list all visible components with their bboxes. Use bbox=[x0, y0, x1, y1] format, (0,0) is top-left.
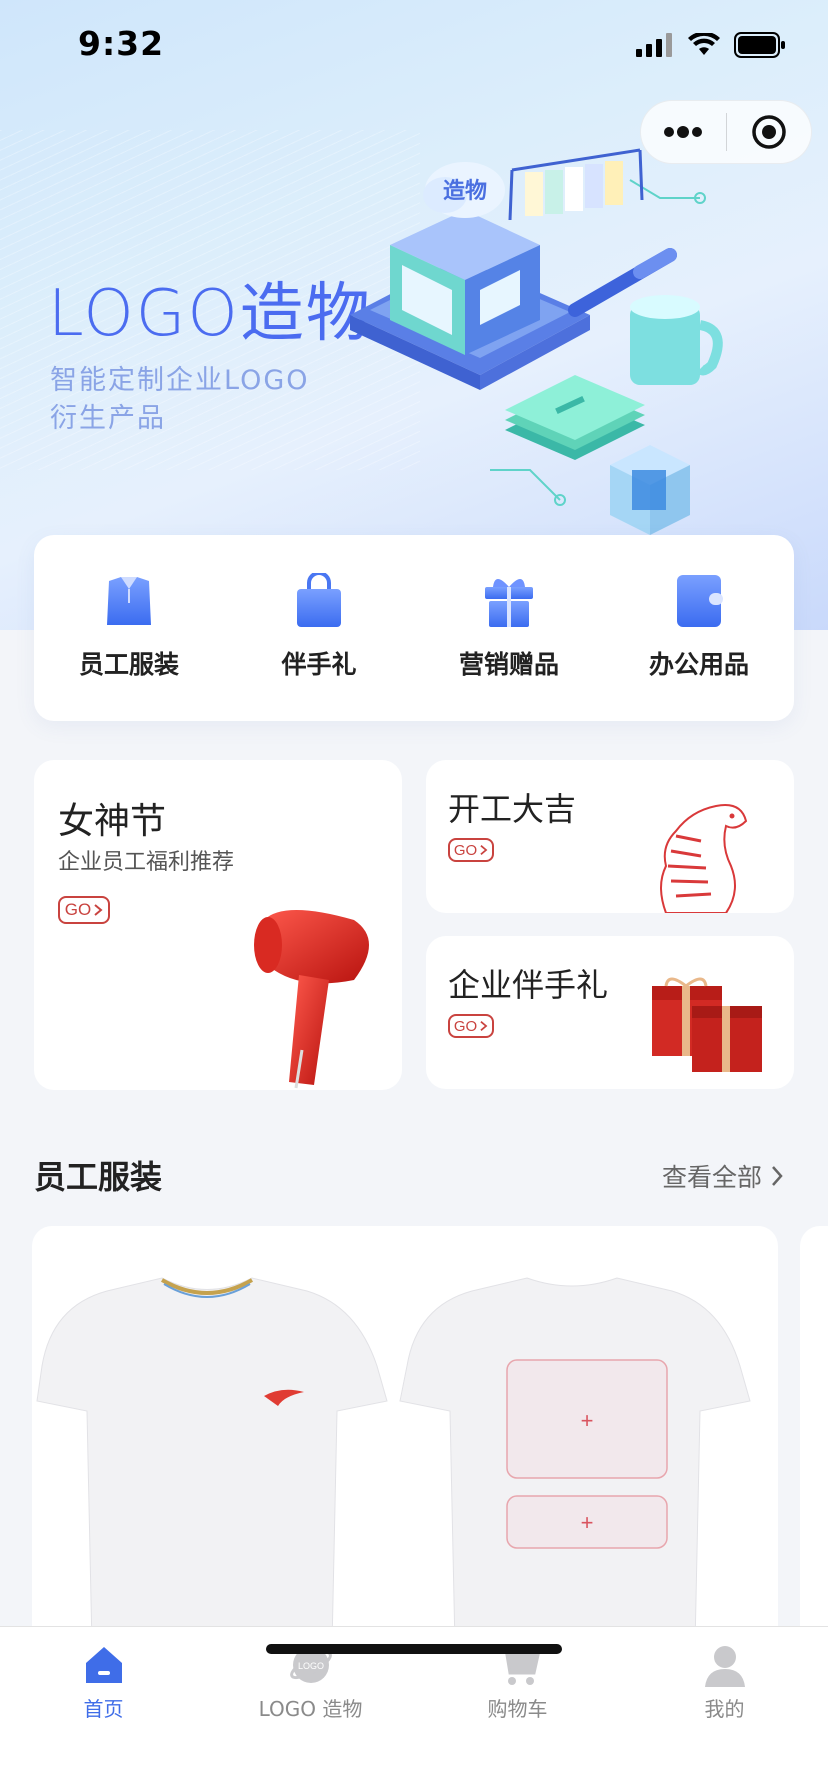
tab-home[interactable]: 首页 bbox=[0, 1627, 207, 1737]
home-indicator bbox=[266, 1644, 562, 1654]
user-icon bbox=[704, 1646, 745, 1687]
status-time: 9:32 bbox=[78, 24, 165, 63]
section-title: 员工服装 bbox=[34, 1158, 163, 1196]
status-bar: 9:32 bbox=[0, 0, 828, 92]
go-label: GO bbox=[64, 900, 92, 919]
product-card-tshirt[interactable]: + + bbox=[32, 1226, 778, 1646]
category-label: 伴手礼 bbox=[281, 650, 357, 679]
category-label: 营销赠品 bbox=[458, 650, 559, 679]
hair-dryer-image bbox=[254, 910, 369, 1089]
tab-profile[interactable]: 我的 bbox=[621, 1627, 828, 1737]
promo-title: 企业伴手礼 bbox=[448, 966, 609, 1004]
next-product-card-peek[interactable] bbox=[800, 1226, 828, 1646]
bag-icon bbox=[297, 573, 341, 627]
tab-label: 我的 bbox=[704, 1697, 745, 1721]
more-dots-icon bbox=[664, 126, 703, 138]
status-icons bbox=[636, 30, 786, 60]
folder-icon bbox=[677, 575, 723, 627]
category-office-supplies[interactable]: 办公用品 bbox=[604, 535, 794, 721]
brand-subtitle: 智能定制企业LOGO衍生产品 bbox=[50, 365, 310, 434]
chevron-right-icon bbox=[480, 845, 488, 855]
shirt-icon bbox=[107, 577, 151, 625]
gift-icon bbox=[485, 579, 533, 627]
gift-boxes-image bbox=[652, 977, 762, 1072]
view-all-link[interactable]: 查看全部 bbox=[662, 1158, 784, 1194]
category-label: 办公用品 bbox=[648, 650, 749, 679]
category-label: 员工服装 bbox=[78, 650, 179, 679]
tab-label: 购物车 bbox=[487, 1697, 548, 1721]
battery-icon bbox=[734, 32, 785, 58]
chevron-right-icon bbox=[94, 904, 103, 916]
isometric-store-illustration: 造物 bbox=[350, 148, 723, 535]
svg-text:LOGO: LOGO bbox=[297, 1661, 323, 1671]
category-card: 员工服装 伴手礼 营销赠品 办公用品 bbox=[34, 535, 794, 721]
tab-label: LOGO 造物 bbox=[258, 1697, 363, 1721]
category-souvenir[interactable]: 伴手礼 bbox=[224, 535, 414, 721]
print-area-plus-bottom[interactable]: + bbox=[581, 1510, 594, 1535]
go-label: GO bbox=[453, 1017, 478, 1035]
tab-label: 首页 bbox=[83, 1697, 124, 1721]
promo-subtitle: 企业员工福利推荐 bbox=[58, 850, 235, 875]
signal-icon bbox=[636, 33, 672, 57]
promo-goddess-day[interactable]: 女神节 企业员工福利推荐 GO bbox=[34, 760, 402, 1090]
tshirt-front-back-image: + + bbox=[36, 1277, 751, 1646]
promo-corporate-gift[interactable]: 企业伴手礼 GO bbox=[426, 936, 794, 1089]
go-button[interactable]: GO bbox=[58, 896, 110, 924]
view-all-label: 查看全部 bbox=[661, 1163, 762, 1192]
category-staff-uniform[interactable]: 员工服装 bbox=[34, 535, 224, 721]
chevron-right-icon bbox=[772, 1166, 783, 1186]
promo-start-work[interactable]: 开工大吉 GO bbox=[426, 760, 794, 913]
go-button[interactable]: GO bbox=[448, 1014, 494, 1038]
brand-title: LOGO造物 bbox=[48, 277, 372, 351]
print-area-plus-top[interactable]: + bbox=[581, 1408, 594, 1433]
chevron-right-icon bbox=[480, 1021, 488, 1031]
cloud-badge-text: 造物 bbox=[443, 178, 487, 204]
home-icon bbox=[85, 1647, 122, 1683]
go-button[interactable]: GO bbox=[448, 838, 494, 862]
tiger-image bbox=[660, 804, 748, 913]
go-label: GO bbox=[453, 841, 478, 859]
promo-title: 女神节 bbox=[58, 801, 167, 842]
wifi-icon bbox=[688, 33, 720, 55]
promo-title: 开工大吉 bbox=[448, 790, 577, 828]
category-marketing-gift[interactable]: 营销赠品 bbox=[414, 535, 604, 721]
